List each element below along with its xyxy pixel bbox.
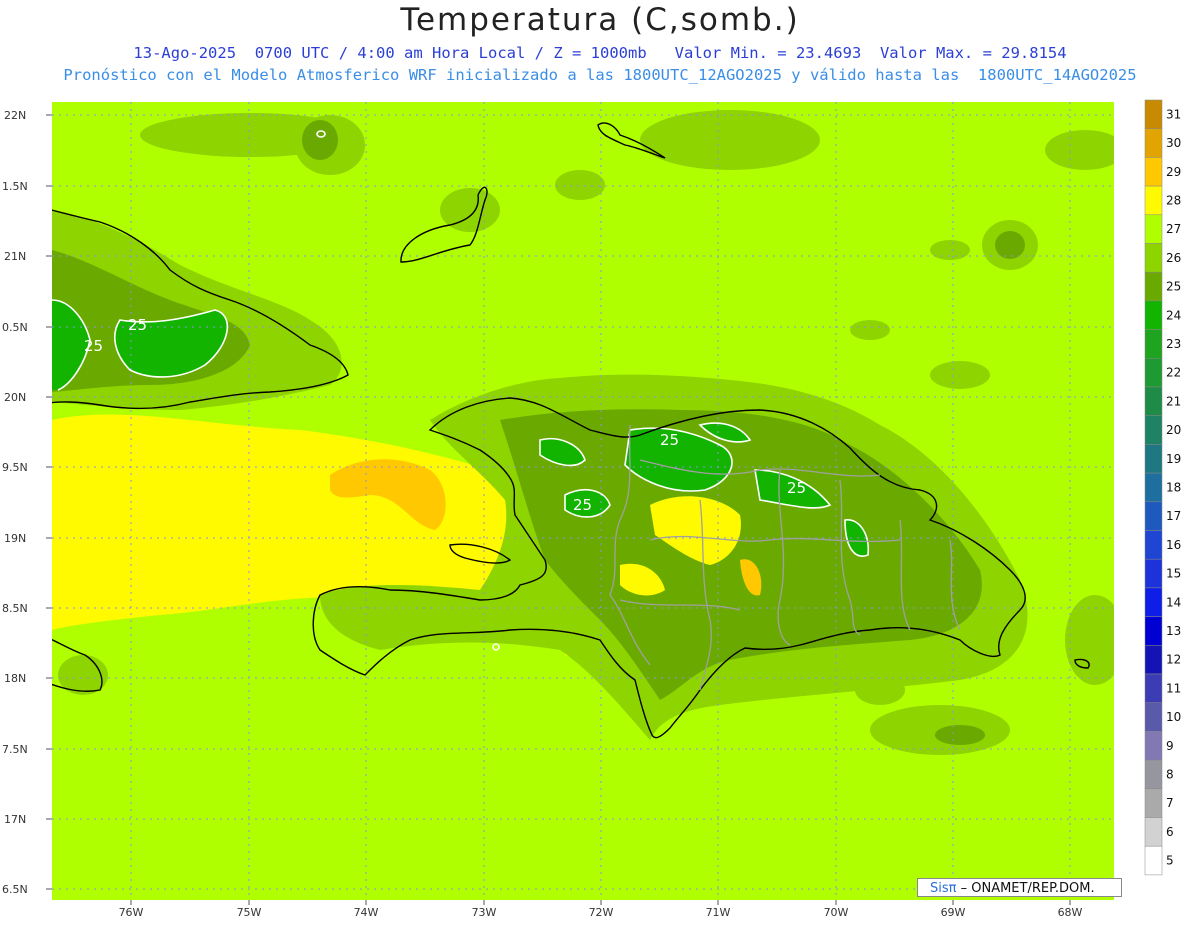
legend-swatch [1144, 673, 1163, 703]
legend-label: 9 [1166, 739, 1174, 753]
lon-tick: 75W [237, 906, 262, 919]
lat-tick: 20N [4, 391, 26, 404]
legend-label: 31 [1166, 107, 1181, 121]
color-legend: 31 30 29 28 27 26 25 24 23 22 21 20 19 18 17 16 15 14 13 12… [1144, 99, 1181, 876]
legend-swatch [1144, 759, 1163, 790]
legend-label: 15 [1166, 567, 1181, 581]
legend-label: 13 [1166, 624, 1181, 638]
legend-swatch [1144, 702, 1163, 732]
legend-label: 26 [1166, 251, 1181, 265]
latitude-axis: 22N 1.5N 21N 0.5N 20N 9.5N 19N 8.5N 18N … [2, 109, 28, 896]
legend-swatch [1144, 645, 1163, 675]
legend-swatch [1144, 329, 1163, 359]
legend-label: 7 [1166, 796, 1174, 810]
legend-swatch [1144, 817, 1163, 847]
temperature-map: 25 25 25 25 25 22N 1.5N 21N 0.5N 20N 9.5… [2, 99, 1181, 919]
legend-label: 11 [1166, 681, 1181, 695]
legend-swatch [1144, 271, 1163, 302]
legend-swatch [1144, 214, 1163, 244]
legend-swatch [1144, 128, 1163, 158]
legend-swatch [1144, 845, 1163, 876]
contour-label: 25 [787, 479, 806, 497]
legend-label: 16 [1166, 538, 1181, 552]
credit-org: – ONAMET/REP.DOM. [960, 881, 1095, 896]
legend-label: 8 [1166, 767, 1174, 781]
legend-label: 19 [1166, 452, 1181, 466]
legend-swatch [1144, 358, 1163, 388]
legend-swatch [1144, 300, 1163, 330]
legend-label: 18 [1166, 480, 1181, 494]
legend-label: 21 [1166, 394, 1181, 408]
longitude-axis: 76W 75W 74W 73W 72W 71W 70W 69W 68W [119, 906, 1083, 919]
lat-tick: 9.5N [2, 461, 28, 474]
lat-tick: 0.5N [2, 321, 28, 334]
contour-label: 25 [660, 431, 679, 449]
lon-tick-marks [130, 900, 1071, 905]
legend-swatch [1144, 99, 1163, 129]
lat-tick: 19N [4, 532, 26, 545]
lat-tick: 17N [4, 813, 26, 826]
legend-label: 24 [1166, 308, 1181, 322]
legend-label: 12 [1166, 653, 1181, 667]
legend-label: 6 [1166, 825, 1174, 839]
lat-tick: 21N [4, 250, 26, 263]
lat-tick: 22N [4, 109, 26, 122]
legend-swatch [1144, 444, 1163, 474]
legend-label: 28 [1166, 193, 1181, 207]
legend-swatch [1144, 386, 1163, 416]
credit-box: Sisπ – ONAMET/REP.DOM. [917, 878, 1122, 897]
legend-label: 14 [1166, 595, 1181, 609]
credit-brand: Sisπ [930, 881, 957, 896]
legend-swatch [1144, 587, 1163, 617]
legend-swatch [1144, 243, 1163, 273]
legend-label: 20 [1166, 423, 1181, 437]
legend-swatch [1144, 472, 1163, 503]
legend-label: 22 [1166, 366, 1181, 380]
legend-label: 25 [1166, 280, 1181, 294]
lon-tick: 71W [706, 906, 731, 919]
legend-swatch [1144, 558, 1163, 589]
lat-tick: 6.5N [2, 883, 28, 896]
legend-label: 27 [1166, 222, 1181, 236]
legend-label: 30 [1166, 136, 1181, 150]
lon-tick: 68W [1058, 906, 1083, 919]
legend-label: 23 [1166, 337, 1181, 351]
legend-swatch [1144, 616, 1163, 646]
legend-label: 5 [1166, 854, 1174, 868]
legend-label: 29 [1166, 165, 1181, 179]
legend-swatch [1144, 185, 1163, 216]
contour-label: 25 [573, 496, 592, 514]
legend-swatch [1144, 788, 1163, 818]
lon-tick: 74W [354, 906, 379, 919]
legend-swatch [1144, 157, 1163, 187]
lat-tick: 8.5N [2, 602, 28, 615]
lat-tick: 18N [4, 672, 26, 685]
lon-tick: 69W [941, 906, 966, 919]
lat-tick-marks [46, 114, 52, 890]
contour-label: 25 [84, 337, 103, 355]
legend-label: 10 [1166, 710, 1181, 724]
lat-tick: 7.5N [2, 743, 28, 756]
lon-tick: 73W [472, 906, 497, 919]
lon-tick: 70W [824, 906, 849, 919]
lat-tick: 1.5N [2, 180, 28, 193]
legend-label: 17 [1166, 509, 1181, 523]
legend-swatch [1144, 415, 1163, 445]
lon-tick: 76W [119, 906, 144, 919]
legend-swatch [1144, 530, 1163, 560]
lon-tick: 72W [589, 906, 614, 919]
contour-label: 25 [128, 316, 147, 334]
legend-swatch [1144, 501, 1163, 531]
legend-swatch [1144, 731, 1163, 761]
